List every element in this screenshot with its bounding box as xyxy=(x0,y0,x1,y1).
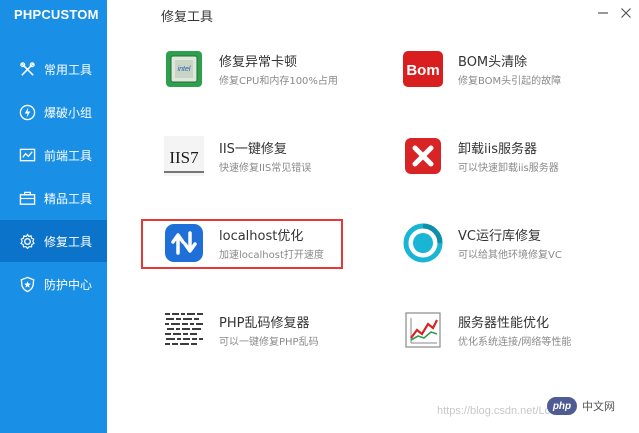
sidebar-item-label: 爆破小组 xyxy=(44,105,93,120)
garbled-text-icon xyxy=(164,310,204,350)
svg-text:intel: intel xyxy=(178,66,191,73)
performance-chart-icon xyxy=(403,310,443,350)
tool-name: IIS一键修复 xyxy=(219,142,287,157)
tool-desc: 快速修复IIS常见错误 xyxy=(219,163,312,174)
sidebar: PHPCUSTOM 常用工具 爆破小组 前端工具 精品工具 修复工具 防护中心 xyxy=(0,0,107,433)
tool-desc: 修复BOM头引起的故障 xyxy=(458,76,562,87)
svg-text:Bom: Bom xyxy=(406,62,439,79)
shield-icon xyxy=(19,276,36,293)
tool-php-garbled-repair[interactable]: PHP乱码修复器 可以一键修复PHP乱码 xyxy=(164,310,364,358)
tool-bom-cleaner[interactable]: Bom BOM头清除 修复BOM头引起的故障 xyxy=(403,49,603,97)
sidebar-item-label: 防护中心 xyxy=(44,277,93,292)
briefcase-icon xyxy=(19,190,36,207)
sidebar-item-premium-tools[interactable]: 精品工具 xyxy=(0,177,107,219)
close-icon[interactable] xyxy=(619,6,633,20)
php-logo: php xyxy=(547,397,577,415)
vc-ring-icon xyxy=(403,223,443,263)
iis7-icon: IIS7 xyxy=(164,136,204,176)
sidebar-item-common-tools[interactable]: 常用工具 xyxy=(0,48,107,90)
highlight-box xyxy=(141,219,343,269)
tool-desc: 可以一键修复PHP乱码 xyxy=(219,337,319,348)
sidebar-item-brute-force[interactable]: 爆破小组 xyxy=(0,91,107,133)
tool-name: VC运行库修复 xyxy=(458,229,541,244)
sidebar-item-label: 常用工具 xyxy=(44,62,93,77)
watermark-site-name: 中文网 xyxy=(582,400,615,413)
tool-name: 服务器性能优化 xyxy=(458,316,550,331)
sidebar-item-label: 精品工具 xyxy=(44,191,93,206)
sidebar-item-protection-center[interactable]: 防护中心 xyxy=(0,263,107,305)
tools-icon xyxy=(19,61,36,78)
tool-name: PHP乱码修复器 xyxy=(219,316,310,331)
tool-name: BOM头清除 xyxy=(458,55,528,70)
uninstall-x-icon xyxy=(403,136,443,176)
cpu-chip-icon: intel xyxy=(164,49,204,89)
bom-icon: Bom xyxy=(403,49,443,89)
tool-fix-lag[interactable]: intel 修复异常卡顿 修复CPU和内存100%占用 xyxy=(164,49,364,97)
sidebar-item-label: 前端工具 xyxy=(44,148,93,163)
tool-uninstall-iis[interactable]: 卸载iis服务器 可以快速卸载iis服务器 xyxy=(403,136,603,184)
tool-name: 修复异常卡顿 xyxy=(219,55,298,70)
tool-desc: 优化系统连接/网络等性能 xyxy=(458,337,572,348)
tool-iis-repair[interactable]: IIS7 IIS一键修复 快速修复IIS常见错误 xyxy=(164,136,364,184)
chart-icon xyxy=(19,147,36,164)
app-brand: PHPCUSTOM xyxy=(14,7,99,22)
gear-icon xyxy=(19,232,36,250)
sidebar-item-repair-tools[interactable]: 修复工具 xyxy=(0,220,107,262)
page-title: 修复工具 xyxy=(161,10,214,25)
svg-text:IIS7: IIS7 xyxy=(169,148,199,167)
sidebar-item-label: 修复工具 xyxy=(44,234,93,249)
tool-vc-runtime-repair[interactable]: VC运行库修复 可以给其他环境修复VC xyxy=(403,223,603,271)
lightning-icon xyxy=(19,104,36,121)
tool-server-performance[interactable]: 服务器性能优化 优化系统连接/网络等性能 xyxy=(403,310,603,358)
minimize-icon[interactable] xyxy=(596,6,610,20)
tool-desc: 可以给其他环境修复VC xyxy=(458,250,562,261)
tool-name: 卸载iis服务器 xyxy=(458,142,537,157)
tool-desc: 可以快速卸载iis服务器 xyxy=(458,163,559,174)
tool-desc: 修复CPU和内存100%占用 xyxy=(219,76,338,87)
sidebar-item-frontend-tools[interactable]: 前端工具 xyxy=(0,134,107,176)
